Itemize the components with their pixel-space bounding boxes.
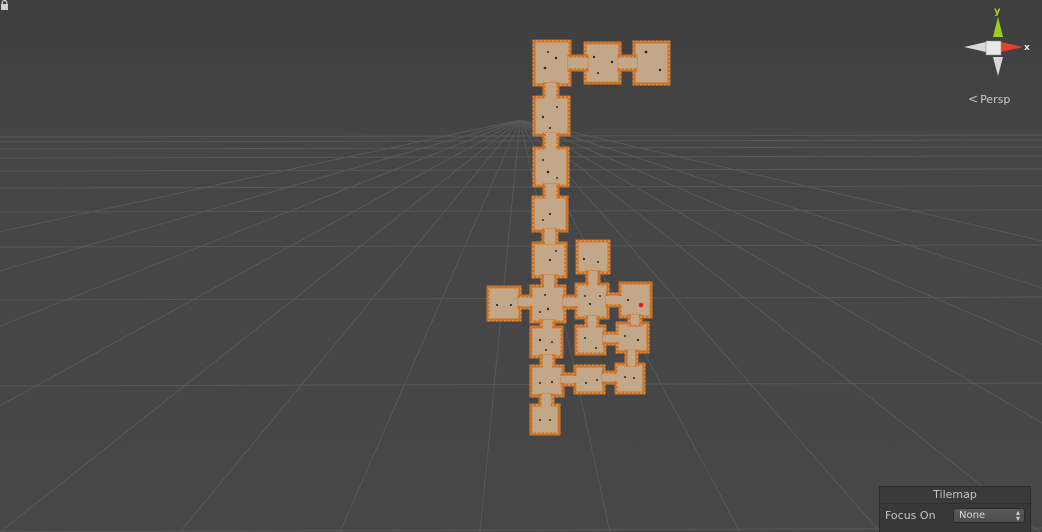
projection-label: Persp [980, 93, 1011, 106]
room-tile [575, 239, 611, 275]
room-tile [529, 284, 567, 324]
center-cube [985, 40, 1002, 56]
chevron-left-icon: < [968, 92, 979, 106]
room-tile [529, 325, 564, 359]
lock-icon[interactable] [0, 0, 9, 10]
dropdown-arrows-icon: ▴ ▾ [1015, 508, 1020, 523]
room-tile [574, 282, 610, 320]
x-axis-cone [1001, 42, 1023, 52]
room-tile [615, 321, 650, 354]
room-tile [532, 95, 571, 137]
room-tile [583, 41, 622, 85]
room-tile [614, 362, 646, 395]
panel-title: Tilemap [880, 487, 1030, 504]
y-axis-cone [993, 17, 1003, 37]
room-tile [532, 146, 570, 188]
room-tile [573, 364, 606, 395]
room-tile [529, 403, 561, 436]
room-tile [574, 324, 607, 356]
projection-toggle[interactable]: < Persp [968, 92, 1010, 106]
player-marker [638, 302, 644, 308]
tilemap-overlay-panel: Tilemap Focus On None ▴ ▾ [879, 486, 1031, 532]
room-tile [632, 40, 671, 86]
room-tile [486, 285, 522, 322]
focus-on-dropdown[interactable]: None ▴ ▾ [953, 508, 1025, 523]
neg-x-axis-cone [964, 42, 986, 52]
axis-x-label: x [1024, 43, 1030, 53]
axis-y-label: y [994, 6, 1001, 17]
focus-on-value: None [959, 510, 986, 521]
room-tile [618, 281, 653, 319]
room-tile [529, 364, 565, 398]
neg-y-axis-cone [993, 57, 1003, 76]
room-tile [532, 39, 572, 87]
focus-on-label: Focus On [885, 509, 936, 522]
tilemap-dungeon[interactable] [0, 0, 1042, 532]
scene-viewport[interactable]: y x < Persp Tilemap Focus On None ▴ ▾ [0, 0, 1042, 532]
